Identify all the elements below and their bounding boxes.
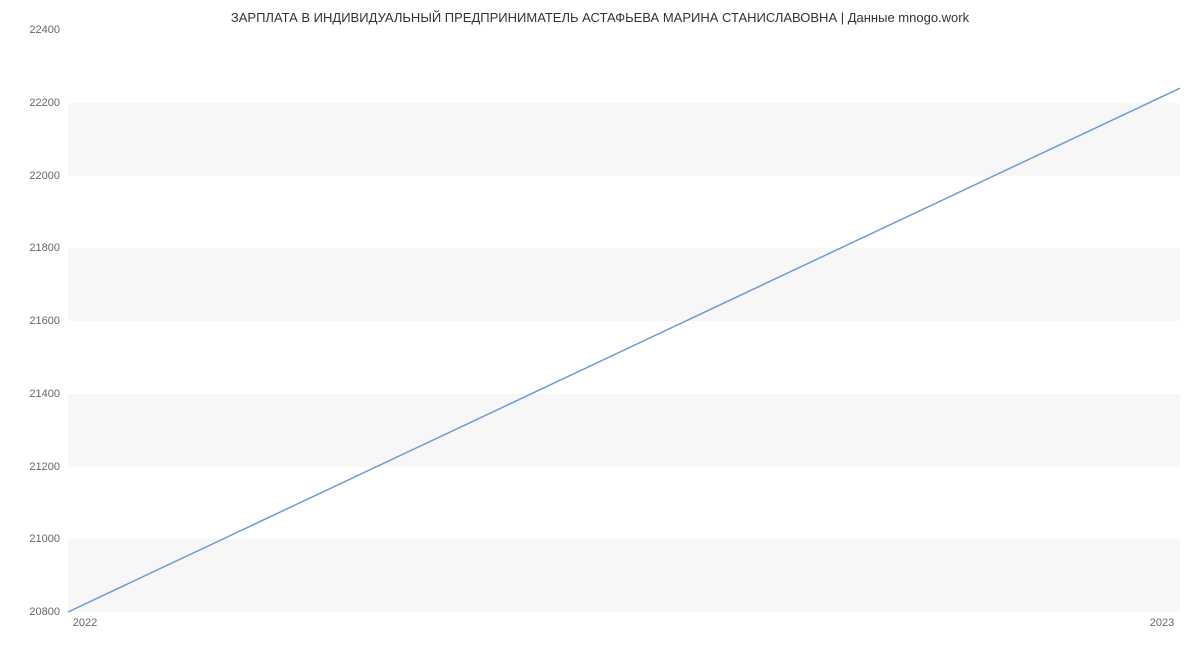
y-tick-label: 22400	[10, 24, 60, 36]
y-tick-label: 21200	[10, 461, 60, 473]
x-tick-label: 2023	[1150, 617, 1174, 629]
y-tick-label: 21000	[10, 533, 60, 545]
y-tick-label: 22000	[10, 170, 60, 182]
y-tick-label: 20800	[10, 606, 60, 618]
y-tick-label: 21600	[10, 315, 60, 327]
chart-svg	[68, 30, 1180, 612]
chart-title: ЗАРПЛАТА В ИНДИВИДУАЛЬНЫЙ ПРЕДПРИНИМАТЕЛ…	[0, 10, 1200, 25]
data-line	[68, 88, 1180, 612]
y-tick-label: 21400	[10, 388, 60, 400]
x-tick-label: 2022	[73, 617, 97, 629]
y-tick-label: 21800	[10, 242, 60, 254]
y-tick-label: 22200	[10, 97, 60, 109]
